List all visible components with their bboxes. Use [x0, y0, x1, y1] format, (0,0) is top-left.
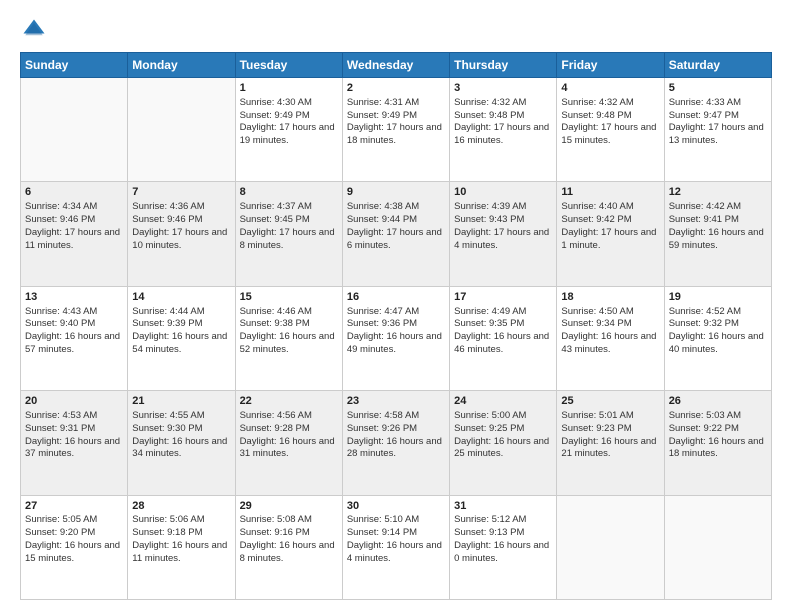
- calendar-cell: 18Sunrise: 4:50 AMSunset: 9:34 PMDayligh…: [557, 286, 664, 390]
- day-number: 1: [240, 81, 338, 96]
- calendar-cell: 15Sunrise: 4:46 AMSunset: 9:38 PMDayligh…: [235, 286, 342, 390]
- day-number: 25: [561, 394, 659, 409]
- calendar-cell: 24Sunrise: 5:00 AMSunset: 9:25 PMDayligh…: [450, 391, 557, 495]
- day-number: 2: [347, 81, 445, 96]
- day-number: 10: [454, 185, 552, 200]
- calendar-cell: 21Sunrise: 4:55 AMSunset: 9:30 PMDayligh…: [128, 391, 235, 495]
- day-number: 23: [347, 394, 445, 409]
- calendar-cell: 28Sunrise: 5:06 AMSunset: 9:18 PMDayligh…: [128, 495, 235, 599]
- calendar-cell: 27Sunrise: 5:05 AMSunset: 9:20 PMDayligh…: [21, 495, 128, 599]
- weekday-header-monday: Monday: [128, 53, 235, 78]
- day-number: 11: [561, 185, 659, 200]
- calendar-cell: 6Sunrise: 4:34 AMSunset: 9:46 PMDaylight…: [21, 182, 128, 286]
- weekday-header-friday: Friday: [557, 53, 664, 78]
- calendar-cell: [128, 78, 235, 182]
- weekday-header-row: SundayMondayTuesdayWednesdayThursdayFrid…: [21, 53, 772, 78]
- calendar-cell: 4Sunrise: 4:32 AMSunset: 9:48 PMDaylight…: [557, 78, 664, 182]
- calendar-cell: 30Sunrise: 5:10 AMSunset: 9:14 PMDayligh…: [342, 495, 449, 599]
- day-number: 30: [347, 499, 445, 514]
- calendar-cell: 11Sunrise: 4:40 AMSunset: 9:42 PMDayligh…: [557, 182, 664, 286]
- day-number: 28: [132, 499, 230, 514]
- week-row-1: 1Sunrise: 4:30 AMSunset: 9:49 PMDaylight…: [21, 78, 772, 182]
- day-number: 15: [240, 290, 338, 305]
- day-number: 8: [240, 185, 338, 200]
- day-number: 24: [454, 394, 552, 409]
- day-number: 16: [347, 290, 445, 305]
- calendar-cell: 12Sunrise: 4:42 AMSunset: 9:41 PMDayligh…: [664, 182, 771, 286]
- calendar-cell: 31Sunrise: 5:12 AMSunset: 9:13 PMDayligh…: [450, 495, 557, 599]
- calendar-cell: 8Sunrise: 4:37 AMSunset: 9:45 PMDaylight…: [235, 182, 342, 286]
- day-number: 7: [132, 185, 230, 200]
- day-number: 12: [669, 185, 767, 200]
- calendar-cell: 17Sunrise: 4:49 AMSunset: 9:35 PMDayligh…: [450, 286, 557, 390]
- day-number: 27: [25, 499, 123, 514]
- calendar-cell: 7Sunrise: 4:36 AMSunset: 9:46 PMDaylight…: [128, 182, 235, 286]
- page: SundayMondayTuesdayWednesdayThursdayFrid…: [0, 0, 792, 612]
- day-number: 18: [561, 290, 659, 305]
- calendar-cell: 13Sunrise: 4:43 AMSunset: 9:40 PMDayligh…: [21, 286, 128, 390]
- day-number: 6: [25, 185, 123, 200]
- week-row-5: 27Sunrise: 5:05 AMSunset: 9:20 PMDayligh…: [21, 495, 772, 599]
- day-number: 22: [240, 394, 338, 409]
- day-number: 21: [132, 394, 230, 409]
- calendar-cell: 25Sunrise: 5:01 AMSunset: 9:23 PMDayligh…: [557, 391, 664, 495]
- day-number: 17: [454, 290, 552, 305]
- weekday-header-sunday: Sunday: [21, 53, 128, 78]
- calendar-cell: 16Sunrise: 4:47 AMSunset: 9:36 PMDayligh…: [342, 286, 449, 390]
- week-row-3: 13Sunrise: 4:43 AMSunset: 9:40 PMDayligh…: [21, 286, 772, 390]
- calendar-cell: 14Sunrise: 4:44 AMSunset: 9:39 PMDayligh…: [128, 286, 235, 390]
- calendar-cell: 23Sunrise: 4:58 AMSunset: 9:26 PMDayligh…: [342, 391, 449, 495]
- day-number: 9: [347, 185, 445, 200]
- calendar-cell: [21, 78, 128, 182]
- calendar-cell: 9Sunrise: 4:38 AMSunset: 9:44 PMDaylight…: [342, 182, 449, 286]
- calendar-cell: 3Sunrise: 4:32 AMSunset: 9:48 PMDaylight…: [450, 78, 557, 182]
- logo: [20, 16, 52, 44]
- calendar-cell: [664, 495, 771, 599]
- day-number: 4: [561, 81, 659, 96]
- calendar-table: SundayMondayTuesdayWednesdayThursdayFrid…: [20, 52, 772, 600]
- day-number: 31: [454, 499, 552, 514]
- calendar-cell: 1Sunrise: 4:30 AMSunset: 9:49 PMDaylight…: [235, 78, 342, 182]
- weekday-header-thursday: Thursday: [450, 53, 557, 78]
- day-number: 3: [454, 81, 552, 96]
- calendar-cell: 29Sunrise: 5:08 AMSunset: 9:16 PMDayligh…: [235, 495, 342, 599]
- weekday-header-saturday: Saturday: [664, 53, 771, 78]
- day-number: 19: [669, 290, 767, 305]
- day-number: 13: [25, 290, 123, 305]
- calendar-cell: 19Sunrise: 4:52 AMSunset: 9:32 PMDayligh…: [664, 286, 771, 390]
- week-row-4: 20Sunrise: 4:53 AMSunset: 9:31 PMDayligh…: [21, 391, 772, 495]
- week-row-2: 6Sunrise: 4:34 AMSunset: 9:46 PMDaylight…: [21, 182, 772, 286]
- calendar-cell: 2Sunrise: 4:31 AMSunset: 9:49 PMDaylight…: [342, 78, 449, 182]
- calendar-cell: 10Sunrise: 4:39 AMSunset: 9:43 PMDayligh…: [450, 182, 557, 286]
- calendar-cell: 22Sunrise: 4:56 AMSunset: 9:28 PMDayligh…: [235, 391, 342, 495]
- calendar-cell: [557, 495, 664, 599]
- calendar-cell: 26Sunrise: 5:03 AMSunset: 9:22 PMDayligh…: [664, 391, 771, 495]
- day-number: 26: [669, 394, 767, 409]
- calendar-cell: 5Sunrise: 4:33 AMSunset: 9:47 PMDaylight…: [664, 78, 771, 182]
- logo-icon: [20, 16, 48, 44]
- calendar-cell: 20Sunrise: 4:53 AMSunset: 9:31 PMDayligh…: [21, 391, 128, 495]
- weekday-header-tuesday: Tuesday: [235, 53, 342, 78]
- weekday-header-wednesday: Wednesday: [342, 53, 449, 78]
- day-number: 29: [240, 499, 338, 514]
- header: [20, 16, 772, 44]
- day-number: 14: [132, 290, 230, 305]
- day-number: 20: [25, 394, 123, 409]
- day-number: 5: [669, 81, 767, 96]
